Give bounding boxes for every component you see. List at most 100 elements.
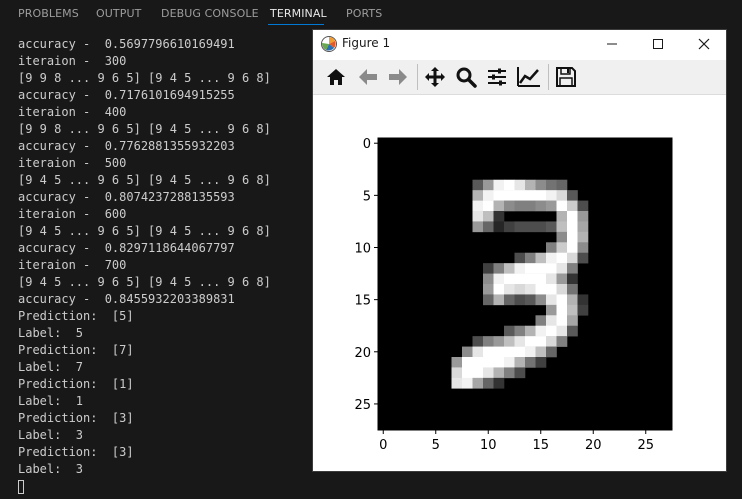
tab-output[interactable]: OUTPUT: [96, 7, 141, 20]
image-pixel: [462, 346, 473, 358]
terminal-line: accuracy - 0.8074237288135593: [18, 190, 235, 204]
image-pixel: [472, 211, 484, 222]
image-pixel: [514, 179, 526, 191]
image-pixel: [546, 179, 557, 191]
image-pixel: [577, 304, 589, 316]
image-pixel: [451, 367, 463, 379]
image-pixel: [535, 284, 547, 295]
terminal-line: Prediction: [3]: [18, 445, 134, 459]
terminal-line: [9 4 5 ... 9 6 5] [9 4 5 ... 9 6 8]: [18, 173, 271, 187]
image-pixel: [546, 221, 557, 233]
image-pixel: [514, 346, 526, 358]
image-pixel: [577, 294, 589, 306]
figure-window: Figure 1 0 5 10 15 20 25 0 5 10 15 20 25: [312, 29, 727, 472]
image-pixel: [504, 284, 515, 295]
terminal-line: accuracy - 0.7762881355932203: [18, 139, 235, 153]
image-pixel: [546, 346, 557, 358]
image-pixel: [483, 336, 494, 347]
image-pixel: [556, 231, 568, 243]
customize-icon: [517, 67, 540, 87]
image-pixel: [525, 336, 536, 347]
forward-arrow-icon: [389, 69, 407, 85]
image-pixel: [556, 273, 568, 285]
image-pixel: [556, 211, 568, 222]
image-pixel: [556, 252, 568, 264]
image-pixel: [462, 357, 473, 368]
terminal-line: iteraion - 700: [18, 258, 127, 272]
back-button[interactable]: [355, 64, 381, 90]
tab-debug-console[interactable]: DEBUG CONSOLE: [161, 7, 259, 20]
image-pixel: [451, 377, 463, 389]
image-pixel: [525, 252, 536, 264]
tab-ports[interactable]: PORTS: [346, 7, 382, 20]
image-pixel: [546, 242, 557, 254]
subplots-button[interactable]: [484, 64, 510, 90]
image-pixel: [525, 263, 536, 274]
image-pixel: [577, 221, 589, 233]
image-pixel: [535, 179, 547, 191]
image-pixel: [483, 377, 494, 389]
image-pixel: [493, 357, 505, 368]
terminal-cursor: [18, 480, 24, 494]
terminal-line: Prediction: [5]: [18, 309, 134, 323]
toolbar-separator: [417, 64, 418, 90]
image-pixel: [556, 242, 568, 254]
terminal-output[interactable]: accuracy - 0.5697796610169491 iteraion -…: [18, 36, 318, 496]
image-pixel: [472, 179, 484, 191]
minimize-button[interactable]: [589, 30, 635, 58]
image-pixel: [483, 179, 494, 191]
image-pixel: [504, 190, 515, 201]
terminal-line: Prediction: [3]: [18, 411, 134, 425]
image-pixel: [493, 211, 505, 222]
y-tick-label: 5: [363, 189, 371, 204]
image-pixel: [546, 200, 557, 212]
forward-button[interactable]: [385, 64, 411, 90]
image-pixel: [567, 325, 578, 337]
image-pixel: [546, 336, 557, 347]
maximize-button[interactable]: [635, 30, 681, 58]
image-pixel: [504, 273, 515, 285]
image-pixel: [493, 263, 505, 274]
image-pixel: [546, 263, 557, 274]
image-pixel: [567, 231, 578, 243]
close-icon: [698, 38, 710, 50]
pan-button[interactable]: [422, 64, 448, 90]
image-pixel: [514, 357, 526, 368]
image-pixel: [567, 304, 578, 316]
terminal-line: Label: 3: [18, 428, 84, 442]
save-icon: [556, 67, 576, 87]
zoom-button[interactable]: [453, 64, 479, 90]
image-pixel: [472, 190, 484, 201]
terminal-line: accuracy - 0.5697796610169491: [18, 37, 235, 51]
image-pixel: [567, 284, 578, 295]
home-button[interactable]: [323, 64, 349, 90]
image-pixel: [451, 357, 463, 368]
save-button[interactable]: [553, 64, 579, 90]
image-pixel: [525, 190, 536, 201]
image-pixel: [472, 200, 484, 212]
image-pixel: [514, 221, 526, 233]
terminal-line: iteraion - 400: [18, 105, 127, 119]
image-pixel: [535, 336, 547, 347]
image-pixel: [567, 315, 578, 327]
image-pixel: [472, 377, 484, 389]
back-arrow-icon: [359, 69, 377, 85]
image-pixel: [525, 294, 536, 306]
image-pixel: [546, 190, 557, 201]
terminal-line: accuracy - 0.8455932203389831: [18, 292, 235, 306]
image-pixel: [567, 252, 578, 264]
image-pixel: [472, 357, 484, 368]
image-pixel: [556, 304, 568, 316]
image-pixel: [577, 211, 589, 222]
close-button[interactable]: [681, 30, 727, 58]
figure-titlebar[interactable]: Figure 1: [313, 30, 726, 58]
image-pixel: [556, 284, 568, 295]
image-pixel: [567, 190, 578, 201]
image-pixel: [483, 346, 494, 358]
customize-button[interactable]: [516, 64, 542, 90]
image-pixel: [577, 252, 589, 264]
image-pixel: [514, 200, 526, 212]
tab-terminal[interactable]: TERMINAL: [270, 7, 327, 20]
tab-problems[interactable]: PROBLEMS: [18, 7, 79, 20]
image-plot[interactable]: 0 5 10 15 20 25 0 5 10 15 20 25: [313, 95, 726, 471]
